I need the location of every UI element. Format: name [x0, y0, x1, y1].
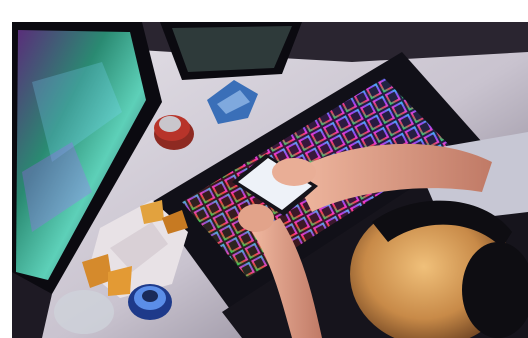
- cup-icon: [54, 290, 114, 334]
- upper-monitor-screen: [172, 26, 292, 72]
- right-hand: [272, 158, 316, 186]
- photo-frame: [12, 22, 528, 338]
- blue-can-icon: [128, 284, 172, 320]
- gaming-desk-photo: [12, 22, 528, 338]
- left-hand: [238, 204, 274, 232]
